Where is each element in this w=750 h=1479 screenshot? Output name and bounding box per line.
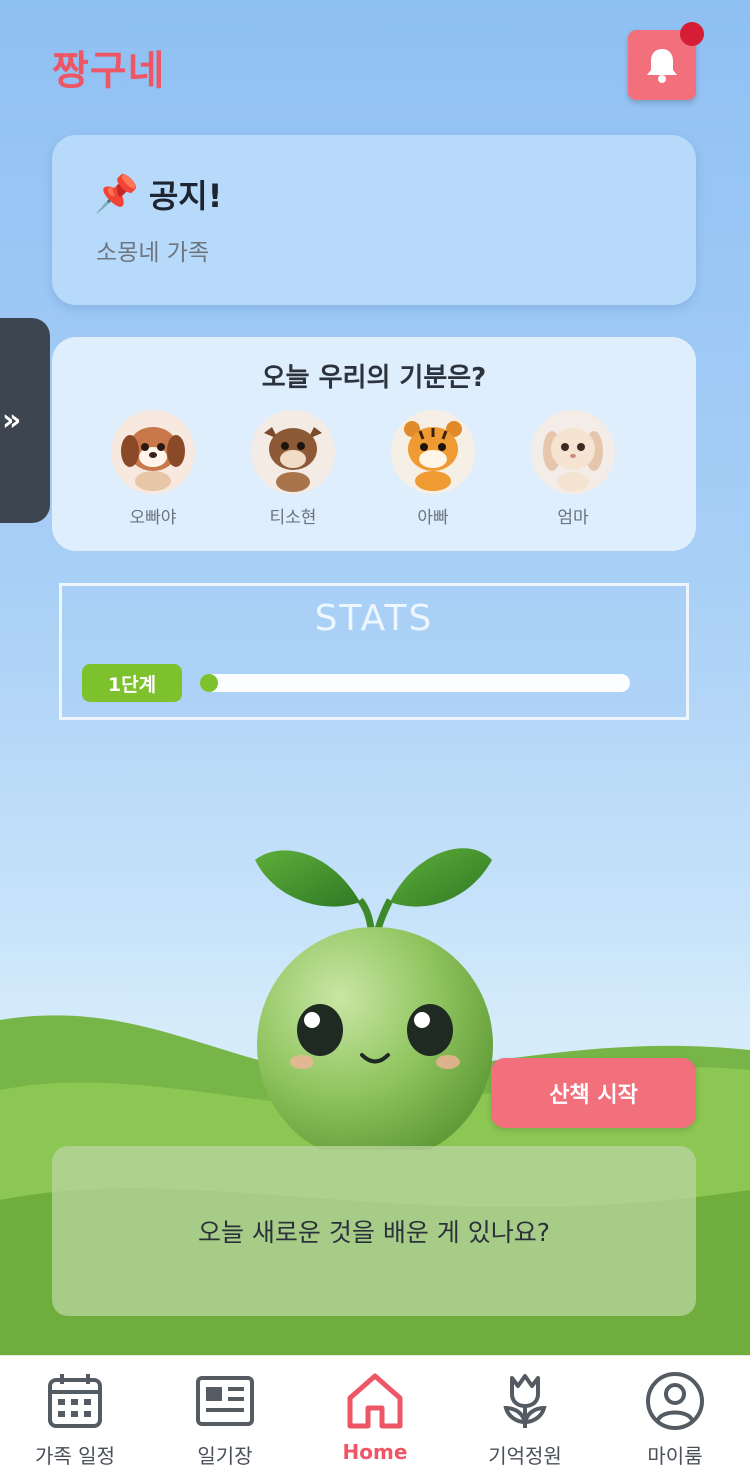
member-list: 오빠야 티소현 아빠 엄마	[52, 409, 696, 539]
nav-label: Home	[342, 1440, 408, 1464]
member-name: 오빠야	[129, 508, 177, 528]
side-drawer-toggle[interactable]: »	[0, 318, 50, 523]
app-title: 짱구네	[52, 48, 166, 94]
nav-label: 일기장	[197, 1444, 253, 1468]
bell-icon	[647, 49, 677, 83]
stats-title: STATS	[314, 598, 434, 639]
bottom-navigation: 가족 일정 일기장 Home 기억정원 마이룸	[0, 1355, 750, 1479]
level-progress-fill	[200, 674, 218, 692]
member-name: 티소현	[269, 508, 317, 528]
pin-icon: 📌	[94, 174, 139, 215]
stats-panel: STATS 1단계	[59, 583, 689, 720]
member-name: 엄마	[557, 508, 589, 528]
level-progress-bar	[200, 674, 630, 692]
notification-dot	[680, 22, 704, 46]
puppy-avatar	[111, 410, 195, 494]
nav-label: 마이룸	[647, 1444, 703, 1468]
daily-question-text: 오늘 새로운 것을 배운 게 있나요?	[197, 1218, 550, 1247]
start-walk-button[interactable]: 산책 시작	[491, 1058, 696, 1128]
mood-title: 오늘 우리의 기분은?	[261, 363, 487, 393]
bunny-avatar	[531, 410, 615, 494]
member-item[interactable]: 오빠야	[98, 409, 208, 528]
calendar-icon	[48, 1374, 102, 1428]
tulip-icon	[503, 1374, 547, 1428]
nav-item-home[interactable]: Home	[300, 1356, 450, 1464]
nav-item-my-room[interactable]: 마이룸	[600, 1356, 750, 1469]
daily-question-card[interactable]: 오늘 새로운 것을 배운 게 있나요?	[52, 1146, 696, 1316]
nav-item-family-schedule[interactable]: 가족 일정	[0, 1356, 150, 1469]
nav-label: 가족 일정	[35, 1444, 115, 1468]
level-badge: 1단계	[82, 664, 182, 702]
member-item[interactable]: 티소현	[238, 409, 348, 528]
profile-icon	[646, 1372, 704, 1430]
home-icon	[347, 1373, 403, 1429]
nav-item-diary[interactable]: 일기장	[150, 1356, 300, 1469]
member-name: 아빠	[417, 508, 449, 528]
tiger-avatar	[391, 410, 475, 494]
notice-card[interactable]: 📌 공지! 소몽네 가족	[52, 135, 696, 305]
diary-icon	[196, 1376, 254, 1426]
nav-item-memory-garden[interactable]: 기억정원	[450, 1356, 600, 1469]
mood-card: 오늘 우리의 기분은? 오빠야 티소현 아빠 엄마	[52, 337, 696, 551]
notification-button[interactable]	[628, 22, 704, 100]
sprout-character	[255, 848, 493, 1150]
calf-avatar	[251, 410, 335, 494]
double-chevron-right-icon: »	[2, 403, 22, 438]
nav-label: 기억정원	[488, 1444, 562, 1468]
member-item[interactable]: 엄마	[518, 409, 628, 528]
notice-body: 소몽네 가족	[96, 240, 210, 266]
member-item[interactable]: 아빠	[378, 409, 488, 528]
notice-title: 공지!	[148, 177, 223, 215]
